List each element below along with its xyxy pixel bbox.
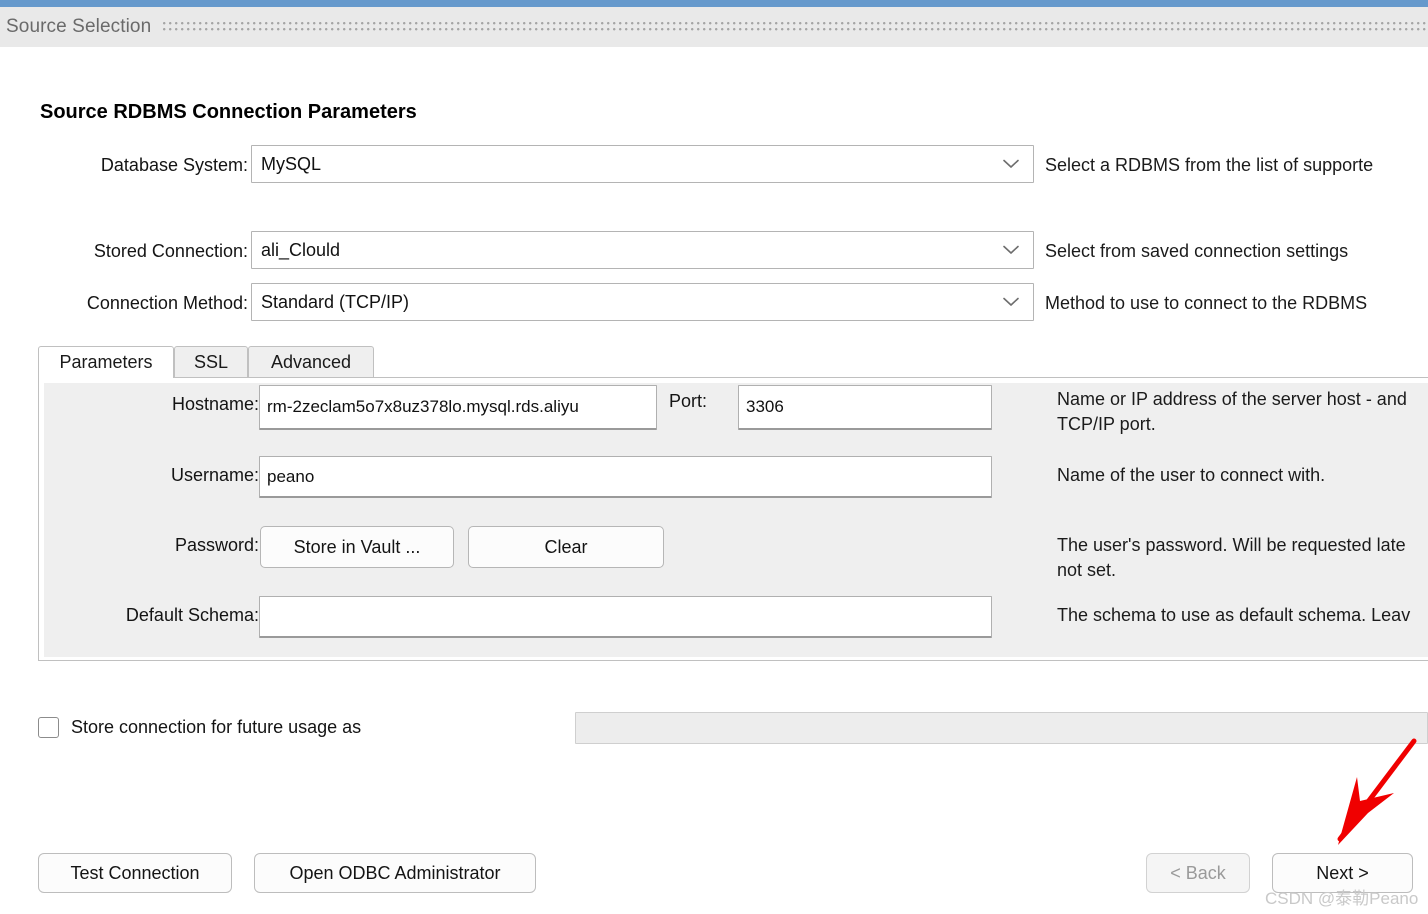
database-system-select[interactable]: MySQL xyxy=(251,145,1034,183)
parameters-form: Hostname: rm-2zeclam5o7x8uz378lo.mysql.r… xyxy=(44,383,1428,657)
connection-tabs: Parameters SSL Advanced xyxy=(38,346,1428,378)
next-label: Next > xyxy=(1316,862,1369,883)
chevron-down-icon xyxy=(999,232,1023,268)
wizard-step-title: Source Selection xyxy=(6,16,152,37)
port-label: Port: xyxy=(669,391,708,411)
clear-password-button[interactable]: Clear xyxy=(468,526,664,568)
username-value: peano xyxy=(267,466,315,486)
connection-method-label: Connection Method: xyxy=(86,293,248,313)
username-help: Name of the user to connect with. xyxy=(1057,465,1326,485)
stored-connection-select[interactable]: ali_Clould xyxy=(251,231,1034,269)
wizard-page: Source RDBMS Connection Parameters Datab… xyxy=(0,47,1428,914)
tab-advanced[interactable]: Advanced xyxy=(248,346,374,377)
username-input[interactable]: peano xyxy=(259,456,992,498)
hostname-label: Hostname: xyxy=(171,394,259,414)
password-label: Password: xyxy=(174,535,259,555)
default-schema-input[interactable] xyxy=(259,596,992,638)
header-dotted-separator xyxy=(163,20,1428,34)
migration-wizard-window: Source Selection Source RDBMS Connection… xyxy=(0,0,1428,914)
parameters-tab-panel: Hostname: rm-2zeclam5o7x8uz378lo.mysql.r… xyxy=(38,377,1428,661)
tab-advanced-label: Advanced xyxy=(270,351,352,372)
back-label: < Back xyxy=(1170,862,1226,883)
store-in-vault-label: Store in Vault ... xyxy=(293,536,421,557)
store-connection-checkbox[interactable] xyxy=(38,717,59,738)
hostname-input[interactable]: rm-2zeclam5o7x8uz378lo.mysql.rds.aliyu xyxy=(259,385,657,430)
next-button[interactable]: Next > xyxy=(1272,853,1413,893)
window-accent-bar xyxy=(0,0,1428,7)
tab-ssl-label: SSL xyxy=(193,351,229,372)
default-schema-help: The schema to use as default schema. Lea… xyxy=(1057,605,1411,625)
store-in-vault-button[interactable]: Store in Vault ... xyxy=(260,526,454,568)
username-label: Username: xyxy=(170,465,259,485)
store-connection-label: Store connection for future usage as xyxy=(71,717,362,737)
port-value: 3306 xyxy=(746,397,784,416)
default-schema-label: Default Schema: xyxy=(125,605,259,625)
port-input[interactable]: 3306 xyxy=(738,385,992,430)
chevron-down-icon xyxy=(999,284,1023,320)
open-odbc-label: Open ODBC Administrator xyxy=(289,862,501,883)
connection-method-help: Method to use to connect to the RDBMS xyxy=(1045,293,1368,313)
tab-parameters[interactable]: Parameters xyxy=(38,346,174,378)
clear-password-label: Clear xyxy=(544,536,588,557)
connection-method-row: Connection Method: Standard (TCP/IP) Met… xyxy=(0,283,1428,323)
database-system-value: MySQL xyxy=(261,153,322,174)
tab-parameters-label: Parameters xyxy=(59,352,153,372)
test-connection-label: Test Connection xyxy=(70,862,200,883)
back-button[interactable]: < Back xyxy=(1146,853,1250,893)
test-connection-button[interactable]: Test Connection xyxy=(38,853,232,893)
database-system-label: Database System: xyxy=(100,155,248,175)
password-help: The user's password. Will be requested l… xyxy=(1057,535,1406,580)
hostname-help: Name or IP address of the server host - … xyxy=(1057,389,1407,434)
connection-method-value: Standard (TCP/IP) xyxy=(261,291,410,312)
stored-connection-label: Stored Connection: xyxy=(93,241,248,261)
stored-connection-help: Select from saved connection settings xyxy=(1045,241,1349,261)
wizard-button-bar: Test Connection Open ODBC Administrator … xyxy=(0,853,1428,901)
store-connection-row: Store connection for future usage as xyxy=(0,707,1428,747)
chevron-down-icon xyxy=(999,146,1023,182)
stored-connection-value: ali_Clould xyxy=(261,239,341,260)
page-title: Source RDBMS Connection Parameters xyxy=(40,101,417,123)
open-odbc-administrator-button[interactable]: Open ODBC Administrator xyxy=(254,853,536,893)
database-system-help: Select a RDBMS from the list of supporte xyxy=(1045,155,1374,175)
stored-connection-row: Stored Connection: ali_Clould Select fro… xyxy=(0,231,1428,271)
wizard-step-header: Source Selection xyxy=(0,7,1428,47)
hostname-value: rm-2zeclam5o7x8uz378lo.mysql.rds.aliyu xyxy=(267,397,579,416)
connection-method-select[interactable]: Standard (TCP/IP) xyxy=(251,283,1034,321)
database-system-row: Database System: MySQL Select a RDBMS fr… xyxy=(0,145,1428,185)
tab-ssl[interactable]: SSL xyxy=(174,346,248,377)
store-connection-name-input[interactable] xyxy=(575,712,1428,744)
